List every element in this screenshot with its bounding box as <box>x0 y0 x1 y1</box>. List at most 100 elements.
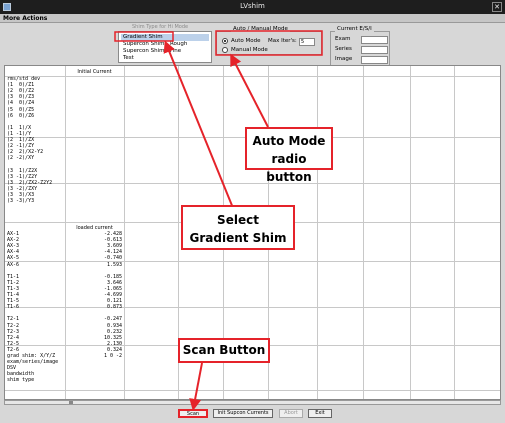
shim-option-test[interactable]: Test <box>121 55 209 62</box>
select-gradient-callout-line2: Gradient Shim <box>189 231 287 245</box>
row-label: (2 2)/X2-Y2 <box>7 149 44 156</box>
row-label: AX-1 <box>7 231 20 237</box>
row-label: (1 0)/Z1 <box>7 82 35 89</box>
select-gradient-callout-line1: Select <box>217 213 259 227</box>
row-label: (2 0)/Z2 <box>7 88 35 95</box>
row-value: 0.873 <box>106 304 122 311</box>
scan-button[interactable]: Scan <box>178 409 208 418</box>
row-label: T2-6 <box>7 346 20 353</box>
row-label: (3 0)/Z3 <box>7 94 35 101</box>
row-value: 10.325 <box>103 334 122 341</box>
row-label: AX-3 <box>7 243 20 250</box>
manual-mode-radio[interactable] <box>222 47 228 53</box>
row-value: 1.593 <box>106 261 122 268</box>
grid-column-divider <box>317 66 318 399</box>
row-value: -4.699 <box>103 292 122 298</box>
select-gradient-callout: Select Gradient Shim <box>181 205 295 250</box>
grid-row-divider <box>5 390 500 391</box>
row-value: 0.934 <box>106 322 122 329</box>
manual-mode-label: Manual Mode <box>231 47 268 53</box>
auto-mode-radio[interactable] <box>222 38 228 44</box>
row-label: (3 1)/Z2X <box>7 167 38 174</box>
row-label: T2-5 <box>7 340 20 347</box>
exam-label: Exam <box>335 36 351 42</box>
max-iter-input[interactable]: 5 <box>299 38 315 46</box>
row-label: (4 0)/Z4 <box>7 100 35 107</box>
mode-legend: Auto / Manual Mode <box>231 26 290 32</box>
row-label: DSV <box>7 365 17 372</box>
row-label: (5 0)/Z5 <box>7 106 35 113</box>
row-label: T1-3 <box>7 285 20 292</box>
row-label: T1-6 <box>7 304 20 311</box>
shim-option-gradient[interactable]: Gradient Shim <box>121 34 209 41</box>
row-label: T1-1 <box>7 273 20 280</box>
row-label: (2 -1)/ZY <box>7 143 35 150</box>
row-label: bandwidth <box>7 371 35 378</box>
row-label: T2-3 <box>7 328 20 335</box>
series-label: Series <box>335 46 352 52</box>
row-label: T1-2 <box>7 279 20 286</box>
row-value: -0.185 <box>103 273 122 280</box>
mode-group: Auto / Manual Mode Auto Mode Max Iter's:… <box>216 26 322 55</box>
menu-more-actions[interactable]: More Actions <box>3 15 47 22</box>
row-label: T1-4 <box>7 292 20 298</box>
row-label: (2 1)/ZX <box>7 137 35 143</box>
row-value: 3.609 <box>106 243 122 250</box>
grid-column-divider <box>410 66 411 399</box>
row-label: T2-2 <box>7 322 20 329</box>
row-label: AX-6 <box>7 261 20 268</box>
shim-option-supercon-fine[interactable]: Supercon Shim - Fine <box>121 48 209 55</box>
grid-column-divider <box>454 66 455 399</box>
menu-bar: More Actions <box>0 14 505 23</box>
row-label: (1 1)/X <box>7 124 32 131</box>
auto-mode-callout: Auto Mode radio button <box>245 127 333 184</box>
grid-column-divider <box>65 66 66 399</box>
scan-button-callout: Scan Button <box>178 338 270 363</box>
horizontal-scrollbar[interactable] <box>4 400 501 405</box>
row-label: AX-4 <box>7 249 20 256</box>
row-label: (3 -2)/ZXY <box>7 185 38 192</box>
row-value: -1.065 <box>103 285 122 292</box>
row-label: (1 -1)/Y <box>7 130 32 137</box>
row-label: (2 -2)/XY <box>7 155 35 162</box>
row-label: grad shim: X/Y/Z <box>7 353 56 359</box>
grid-row-divider <box>5 76 500 77</box>
row-label: (3 2)/ZX2-Z2Y2 <box>7 179 53 186</box>
row-label: T1-5 <box>7 298 20 305</box>
row-value: 0.232 <box>106 328 122 335</box>
row-label: (3 -3)/Y3 <box>7 198 35 204</box>
row-label: T2-4 <box>7 334 20 341</box>
window-title: LVshim <box>240 2 265 10</box>
row-label: shim type <box>7 377 35 384</box>
row-value: 3.646 <box>106 279 122 286</box>
row-label: AX-2 <box>7 237 20 244</box>
init-supcon-currents-button[interactable]: Init Supcon Currents <box>213 409 273 418</box>
shim-type-list[interactable]: Shim Type for Hi Mode Gradient Shim Supe… <box>118 24 212 63</box>
grid-column-divider <box>124 66 125 399</box>
row-label: rms/std dev <box>7 76 41 82</box>
exam-field[interactable] <box>361 36 388 44</box>
close-icon[interactable]: ✕ <box>492 2 502 12</box>
exit-button[interactable]: Exit <box>308 409 332 418</box>
row-value: 0.121 <box>106 298 122 305</box>
row-label: (3 -1)/Z2Y <box>7 173 38 180</box>
series-field[interactable] <box>361 46 388 54</box>
row-value: -2.428 <box>103 231 122 237</box>
row-value: 2.130 <box>106 340 122 347</box>
shim-option-supercon-rough[interactable]: Supercon Shim - Rough <box>121 41 209 48</box>
row-value: 1 0 -2 <box>103 353 122 359</box>
row-label: exam/series/image <box>7 359 59 366</box>
row-label: (6 0)/Z6 <box>7 112 35 119</box>
row-value: -0.613 <box>103 237 122 244</box>
abort-button[interactable]: Abort <box>279 409 303 418</box>
image-label: Image <box>335 56 353 62</box>
initial-current-header: Initial Current <box>77 69 112 75</box>
title-bar: LVshim ✕ <box>0 0 505 14</box>
current-esi-group: Current E/S/I Exam Series Image <box>330 26 390 66</box>
image-field[interactable] <box>361 56 388 64</box>
auto-mode-callout-line2: radio button <box>266 152 312 184</box>
row-value: 0.324 <box>106 346 122 353</box>
max-iter-label: Max Iter's: <box>268 38 297 44</box>
auto-mode-label: Auto Mode <box>231 38 261 44</box>
scrollbar-thumb[interactable] <box>69 401 73 404</box>
